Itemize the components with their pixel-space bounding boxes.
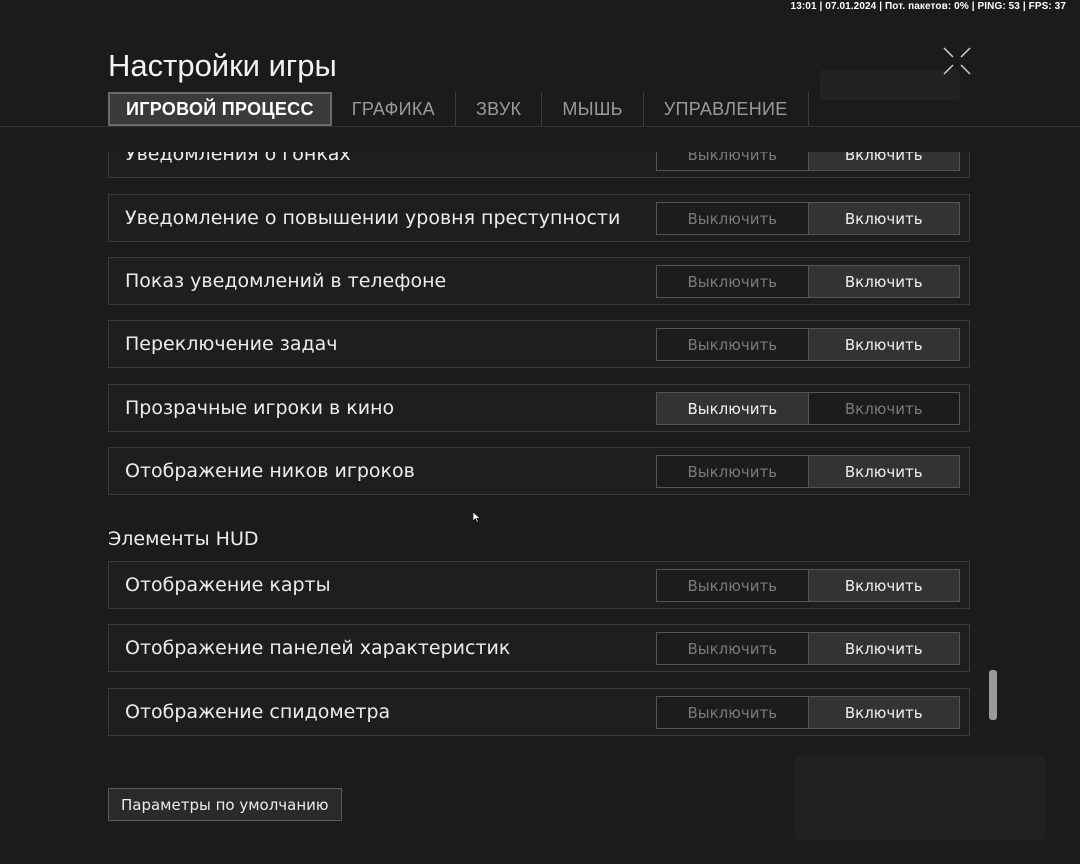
- toggle-on-option[interactable]: Включить: [807, 633, 959, 664]
- toggle-off-option[interactable]: Выключить: [657, 393, 808, 424]
- tab-bar: ИГРОВОЙ ПРОЦЕСС ГРАФИКА ЗВУК МЫШЬ УПРАВЛ…: [108, 92, 809, 126]
- toggle-on-option[interactable]: Включить: [807, 152, 959, 170]
- setting-row: Отображение карты Выключить Включить: [108, 561, 970, 609]
- setting-label: Прозрачные игроки в кино: [125, 397, 395, 419]
- section-title-hud: Элементы HUD: [108, 528, 259, 550]
- setting-row: Отображение спидометра Выключить Включит…: [108, 688, 970, 736]
- toggle-on-option[interactable]: Включить: [807, 570, 959, 601]
- toggle-off-option[interactable]: Выключить: [657, 697, 808, 728]
- toggle-switch: Выключить Включить: [656, 569, 960, 602]
- close-button[interactable]: [940, 44, 974, 78]
- toggle-switch: Выключить Включить: [656, 265, 960, 298]
- tab-mouse[interactable]: МЫШЬ: [542, 92, 644, 126]
- toggle-on-option[interactable]: Включить: [807, 393, 959, 424]
- reset-defaults-button[interactable]: Параметры по умолчанию: [108, 788, 342, 821]
- toggle-on-option[interactable]: Включить: [807, 266, 959, 297]
- tab-controls[interactable]: УПРАВЛЕНИЕ: [644, 92, 809, 126]
- toggle-off-option[interactable]: Выключить: [657, 203, 808, 234]
- settings-list: Уведомления о гонках Выключить Включить …: [108, 152, 978, 762]
- toggle-on-option[interactable]: Включить: [807, 329, 959, 360]
- toggle-off-option[interactable]: Выключить: [657, 633, 808, 664]
- tab-gameplay[interactable]: ИГРОВОЙ ПРОЦЕСС: [108, 92, 332, 126]
- setting-label: Уведомление о повышении уровня преступно…: [125, 207, 621, 229]
- toggle-switch: Выключить Включить: [656, 152, 960, 171]
- status-bar: 13:01 | 07.01.2024 | Пот. пакетов: 0% | …: [790, 1, 1066, 12]
- mouse-cursor-icon: [473, 512, 481, 523]
- setting-row: Прозрачные игроки в кино Выключить Включ…: [108, 384, 970, 432]
- toggle-switch: Выключить Включить: [656, 455, 960, 488]
- toggle-switch: Выключить Включить: [656, 328, 960, 361]
- setting-row: Показ уведомлений в телефоне Выключить В…: [108, 257, 970, 305]
- toggle-switch: Выключить Включить: [656, 392, 960, 425]
- setting-label: Отображение карты: [125, 574, 331, 596]
- setting-row: Уведомления о гонках Выключить Включить: [108, 152, 970, 178]
- setting-row: Отображение ников игроков Выключить Вклю…: [108, 447, 970, 495]
- tabs-divider: [0, 126, 1080, 127]
- setting-label: Уведомления о гонках: [125, 152, 351, 165]
- setting-label: Отображение ников игроков: [125, 460, 415, 482]
- setting-row: Уведомление о повышении уровня преступно…: [108, 194, 970, 242]
- background-play-panel: [795, 755, 1045, 840]
- page-title: Настройки игры: [108, 48, 337, 83]
- toggle-off-option[interactable]: Выключить: [657, 329, 808, 360]
- setting-label: Переключение задач: [125, 333, 338, 355]
- tab-sound[interactable]: ЗВУК: [456, 92, 543, 126]
- close-x-icon: [943, 47, 971, 75]
- toggle-switch: Выключить Включить: [656, 696, 960, 729]
- toggle-off-option[interactable]: Выключить: [657, 456, 808, 487]
- toggle-off-option[interactable]: Выключить: [657, 266, 808, 297]
- toggle-switch: Выключить Включить: [656, 632, 960, 665]
- setting-label: Показ уведомлений в телефоне: [125, 270, 447, 292]
- setting-row: Переключение задач Выключить Включить: [108, 320, 970, 368]
- setting-label: Отображение спидометра: [125, 701, 391, 723]
- toggle-switch: Выключить Включить: [656, 202, 960, 235]
- background-panel: [820, 70, 960, 100]
- setting-label: Отображение панелей характеристик: [125, 637, 511, 659]
- scrollbar-thumb[interactable]: [989, 670, 997, 720]
- toggle-on-option[interactable]: Включить: [807, 456, 959, 487]
- tab-graphics[interactable]: ГРАФИКА: [332, 92, 456, 126]
- setting-row: Отображение панелей характеристик Выключ…: [108, 624, 970, 672]
- toggle-off-option[interactable]: Выключить: [657, 570, 808, 601]
- toggle-on-option[interactable]: Включить: [807, 697, 959, 728]
- toggle-on-option[interactable]: Включить: [807, 203, 959, 234]
- toggle-off-option[interactable]: Выключить: [657, 152, 808, 170]
